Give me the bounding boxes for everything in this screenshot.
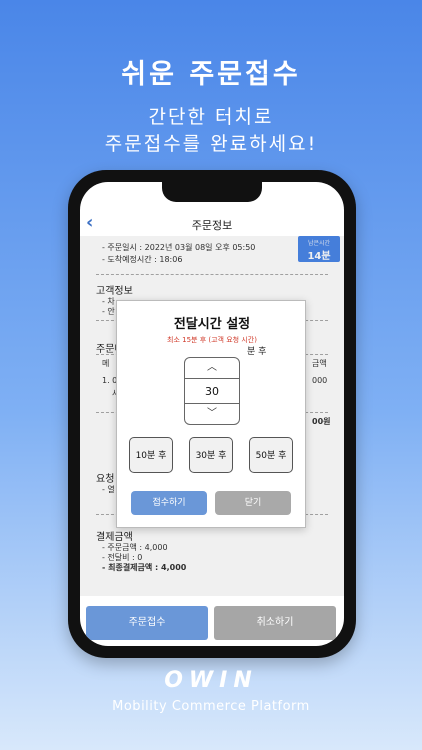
promo-subtitle-line2: 주문접수를 완료하세요! bbox=[104, 133, 318, 155]
app-screen: ‹ 주문정보 - 주문일시 : 2022년 03월 08일 오후 05:50 -… bbox=[80, 182, 344, 646]
tagline: Mobility Commerce Platform bbox=[112, 699, 310, 714]
modal-title: 전달시간 설정 bbox=[173, 317, 251, 332]
delivery-time-modal: 전달시간 설정 최소 15분 후 (고객 요청 시간) 분 후 ︿ 30 ﹀ 1… bbox=[116, 300, 306, 528]
phone-notch bbox=[162, 182, 262, 202]
owin-logo: OWIN bbox=[164, 668, 258, 693]
quick-30-button[interactable]: 30분 후 bbox=[189, 437, 233, 473]
modal-accept-button[interactable]: 접수하기 bbox=[131, 491, 207, 515]
nav-bar: ‹ 주문정보 bbox=[80, 212, 344, 236]
minutes-value[interactable]: 30 bbox=[185, 378, 239, 404]
chevron-up-icon[interactable]: ︿ bbox=[185, 358, 239, 378]
cancel-order-button[interactable]: 취소하기 bbox=[214, 606, 336, 640]
chevron-down-icon[interactable]: ﹀ bbox=[185, 404, 239, 424]
promo-subtitle-line1: 간단한 터치로 bbox=[148, 106, 274, 128]
bottom-actions: 주문접수 취소하기 bbox=[86, 606, 338, 640]
modal-note: 최소 15분 후 (고객 요청 시간) bbox=[167, 336, 257, 344]
page-title: 주문정보 bbox=[191, 219, 233, 232]
promo-headline: 쉬운 주문접수 bbox=[121, 59, 301, 90]
modal-close-button[interactable]: 닫기 bbox=[215, 491, 291, 515]
quick-10-button[interactable]: 10분 후 bbox=[129, 437, 173, 473]
modal-unit-label: 분 후 bbox=[247, 347, 267, 357]
minutes-stepper: ︿ 30 ﹀ bbox=[184, 357, 240, 425]
accept-order-button[interactable]: 주문접수 bbox=[86, 606, 208, 640]
phone-frame: ‹ 주문정보 - 주문일시 : 2022년 03월 08일 오후 05:50 -… bbox=[68, 170, 356, 658]
quick-50-button[interactable]: 50분 후 bbox=[249, 437, 293, 473]
